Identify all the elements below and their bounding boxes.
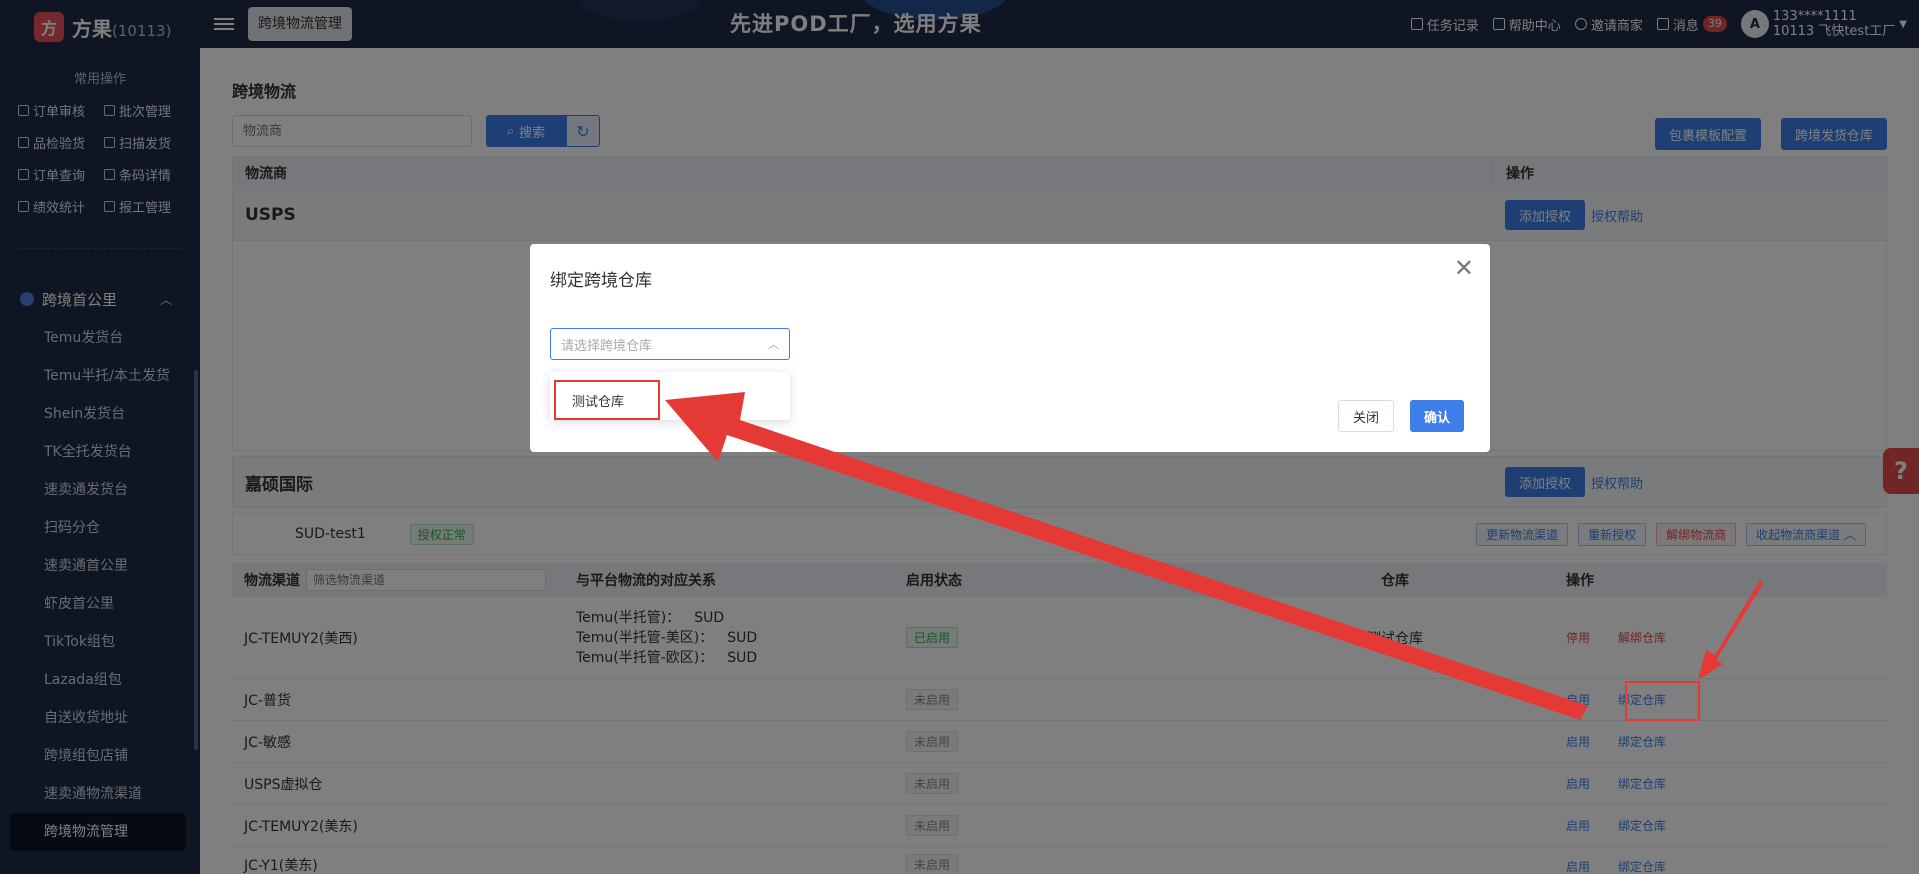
warehouse-select[interactable]: 请选择跨境仓库 ︿ bbox=[550, 328, 790, 360]
annotation-highlight-box bbox=[1625, 681, 1700, 721]
chevron-up-icon: ︿ bbox=[768, 338, 779, 351]
modal-title: 绑定跨境仓库 bbox=[550, 271, 652, 291]
confirm-button[interactable]: 确认 bbox=[1410, 400, 1465, 432]
bind-warehouse-modal: 绑定跨境仓库 ✕ 请选择跨境仓库 ︿ 测试仓库 关闭 确认 bbox=[530, 244, 1490, 452]
warehouse-option[interactable]: 测试仓库 bbox=[554, 380, 660, 420]
close-icon[interactable]: ✕ bbox=[1454, 256, 1474, 280]
close-button[interactable]: 关闭 bbox=[1338, 400, 1395, 432]
warehouse-dropdown: 测试仓库 bbox=[550, 372, 790, 420]
